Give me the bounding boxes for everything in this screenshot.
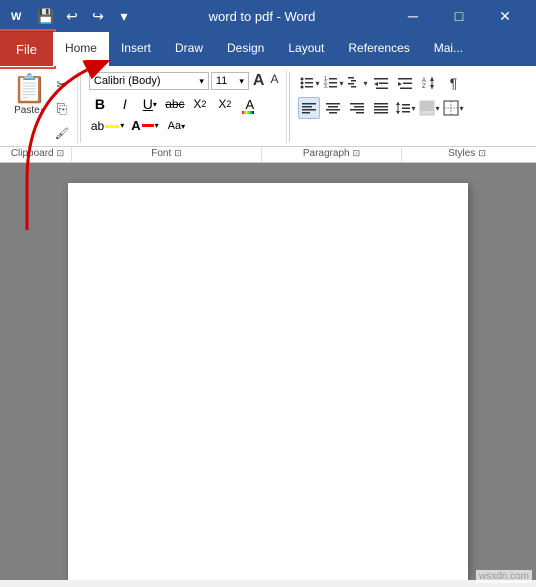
document-title: word to pdf - Word [134, 9, 390, 24]
align-left-button[interactable] [298, 97, 320, 119]
minimize-button[interactable]: ─ [390, 0, 436, 32]
bullets-button[interactable]: ▾ [298, 72, 320, 94]
font-group: Calibri (Body) ▾ 11 ▾ A A B I [83, 70, 288, 144]
svg-text:W: W [11, 11, 22, 23]
title-bar: W 💾 ↩ ↪ ▾ word to pdf - Word ─ □ ✕ [0, 0, 536, 32]
font-row1: Calibri (Body) ▾ 11 ▾ A A [89, 72, 281, 90]
tab-design[interactable]: Design [215, 32, 276, 66]
shrink-font-button[interactable]: A [268, 72, 280, 90]
increase-indent-button[interactable] [394, 72, 416, 94]
redo-button[interactable]: ↪ [88, 6, 108, 26]
save-button[interactable]: 💾 [36, 6, 56, 26]
word-icon: W [8, 8, 24, 24]
paragraph-row1: ▾ 1. 2. 3. ▾ [298, 72, 464, 94]
font-label-text: Font [151, 148, 171, 159]
clipboard-expand-icon[interactable]: ⊡ [57, 148, 65, 159]
svg-text:Z: Z [422, 84, 426, 90]
font-expand-icon[interactable]: ⊡ [174, 148, 182, 159]
line-spacing-button[interactable]: ▾ [394, 97, 416, 119]
tab-draw[interactable]: Draw [163, 32, 215, 66]
ribbon-tabs: File Home Insert Draw Design Layout Refe… [0, 32, 536, 66]
font-selector[interactable]: Calibri (Body) ▾ [89, 72, 209, 90]
format-painter-button[interactable]: 🖌 [51, 122, 73, 144]
ribbon-content: 📋 Paste ▾ ✂ ⎘ 🖌 Calibri (Body) [0, 66, 536, 147]
watermark: wsxdn.com [476, 570, 532, 583]
app-container: W 💾 ↩ ↪ ▾ word to pdf - Word ─ □ ✕ File … [0, 0, 536, 587]
styles-label-text: Styles [448, 148, 475, 159]
customize-quick-access-button[interactable]: ▾ [114, 6, 134, 26]
paragraph-expand-icon[interactable]: ⊡ [353, 148, 361, 159]
clipboard-side: ✂ ⎘ 🖌 [51, 72, 73, 144]
document-page[interactable] [68, 183, 468, 580]
styles-expand-icon[interactable]: ⊡ [478, 148, 486, 159]
font-group-label[interactable]: Font ⊡ [72, 147, 262, 162]
grow-font-button[interactable]: A [251, 72, 267, 90]
font-size-controls: A A [251, 72, 281, 90]
paragraph-row2: ▾ ▾ ▾ [298, 97, 464, 119]
borders-button[interactable]: ▾ [442, 97, 464, 119]
bold-button[interactable]: B [89, 93, 111, 115]
underline-button[interactable]: U ▾ [139, 93, 161, 115]
tab-references[interactable]: References [336, 32, 421, 66]
font-row2: B I U ▾ abc X2 X2 A [89, 93, 261, 115]
ribbon-body: 📋 Paste ▾ ✂ ⎘ 🖌 Calibri (Body) [0, 66, 536, 163]
color-row: ab ▾ A ▾ Aa▾ [89, 117, 189, 134]
font-size-selector[interactable]: 11 ▾ [211, 72, 249, 90]
copy-button[interactable]: ⎘ [51, 98, 73, 120]
paragraph-group-label[interactable]: Paragraph ⊡ [262, 147, 402, 162]
clipboard-group: 📋 Paste ▾ ✂ ⎘ 🖌 [4, 70, 78, 144]
title-bar-controls: W [8, 8, 24, 24]
change-case-button[interactable]: Aa▾ [164, 118, 189, 134]
paragraph-group: ▾ 1. 2. 3. ▾ [292, 70, 470, 144]
clipboard-group-label[interactable]: Clipboard ⊡ [4, 147, 72, 162]
paste-icon: 📋 [12, 74, 47, 105]
tab-layout[interactable]: Layout [276, 32, 336, 66]
superscript-button[interactable]: X2 [214, 93, 236, 115]
decrease-indent-button[interactable] [370, 72, 392, 94]
sort-button[interactable]: A Z [418, 72, 440, 94]
ribbon-labels: Clipboard ⊡ Font ⊡ Paragraph ⊡ Styles ⊡ [0, 147, 536, 163]
paste-label: Paste ▾ [14, 105, 45, 116]
quick-access-toolbar: 💾 ↩ ↪ ▾ [36, 6, 134, 26]
tab-mailings[interactable]: Mai... [422, 32, 475, 66]
maximize-button[interactable]: □ [436, 0, 482, 32]
align-center-button[interactable] [322, 97, 344, 119]
clear-formatting-button[interactable]: A [239, 93, 261, 115]
document-area [0, 163, 536, 580]
subscript-button[interactable]: X2 [189, 93, 211, 115]
styles-group-label[interactable]: Styles ⊡ [402, 147, 532, 162]
font-color-button[interactable]: A ▾ [129, 117, 160, 134]
tab-home[interactable]: Home [53, 32, 109, 66]
strikethrough-button[interactable]: abc [164, 93, 186, 115]
window-controls: ─ □ ✕ [390, 0, 528, 32]
align-right-button[interactable] [346, 97, 368, 119]
numbering-button[interactable]: 1. 2. 3. ▾ [322, 72, 344, 94]
tab-insert[interactable]: Insert [109, 32, 163, 66]
tab-file[interactable]: File [0, 32, 53, 66]
italic-button[interactable]: I [114, 93, 136, 115]
paragraph-label-text: Paragraph [303, 148, 350, 159]
show-hide-button[interactable]: ¶ [442, 72, 464, 94]
cut-button[interactable]: ✂ [51, 74, 73, 96]
shading-button[interactable]: ▾ [418, 97, 440, 119]
undo-button[interactable]: ↩ [62, 6, 82, 26]
multilevel-list-button[interactable]: ▾ [346, 72, 368, 94]
close-button[interactable]: ✕ [482, 0, 528, 32]
clipboard-label-text: Clipboard [11, 148, 54, 159]
justify-button[interactable] [370, 97, 392, 119]
paste-button[interactable]: 📋 Paste ▾ [8, 72, 51, 118]
text-highlight-button[interactable]: ab ▾ [89, 118, 126, 134]
svg-text:3.: 3. [324, 84, 328, 90]
